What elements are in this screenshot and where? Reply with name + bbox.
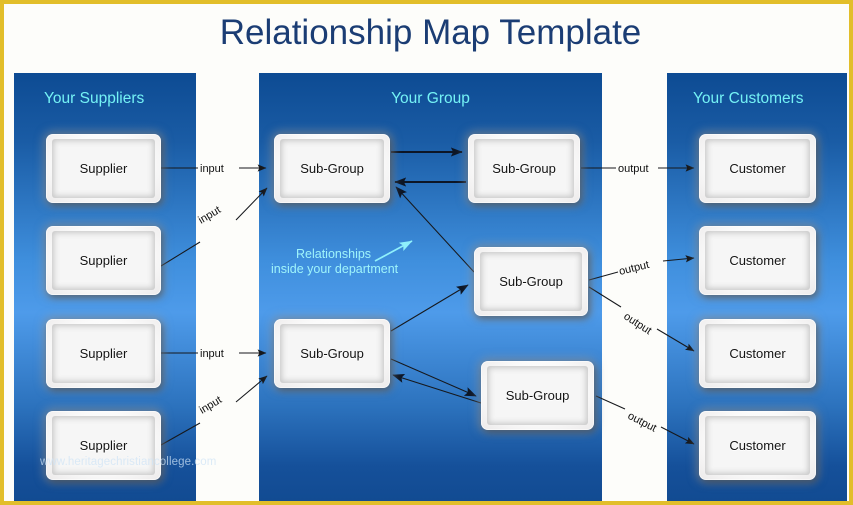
node-supplier-3[interactable]: Supplier (46, 319, 161, 388)
page-title: Relationship Map Template (219, 13, 642, 52)
node-customer-3-label: Customer (729, 346, 786, 361)
edge-label-output-1: output (618, 163, 649, 175)
edge-label-input-2: input (196, 204, 223, 227)
node-customer-2-label: Customer (729, 253, 786, 268)
node-customer-4-label: Customer (729, 438, 786, 453)
node-subgroup-2-label: Sub-Group (492, 161, 556, 176)
edge-label-input-1: input (200, 163, 224, 175)
node-subgroup-2[interactable]: Sub-Group (468, 134, 580, 203)
node-subgroup-4[interactable]: Sub-Group (274, 319, 390, 388)
panel-customers-title: Your Customers (693, 90, 804, 107)
panel-group-title: Your Group (391, 90, 470, 107)
node-supplier-1[interactable]: Supplier (46, 134, 161, 203)
node-customer-1[interactable]: Customer (699, 134, 816, 203)
node-subgroup-1[interactable]: Sub-Group (274, 134, 390, 203)
edge-label-output-2: output (618, 259, 651, 278)
node-subgroup-3-label: Sub-Group (499, 274, 563, 289)
node-subgroup-3[interactable]: Sub-Group (474, 247, 588, 316)
node-customer-2[interactable]: Customer (699, 226, 816, 295)
node-supplier-3-label: Supplier (79, 346, 128, 361)
node-subgroup-5-label: Sub-Group (505, 388, 570, 403)
edge-label-output-4: output (626, 410, 659, 435)
node-subgroup-5[interactable]: Sub-Group (481, 361, 594, 430)
edge-label-input-4: input (197, 394, 224, 417)
edge-label-output-3: output (621, 310, 653, 337)
node-subgroup-1-label: Sub-Group (300, 161, 364, 176)
node-supplier-2[interactable]: Supplier (46, 226, 161, 295)
node-customer-1-label: Customer (729, 161, 786, 176)
node-customer-3[interactable]: Customer (699, 319, 816, 388)
edge-label-input-3: input (200, 348, 224, 360)
node-supplier-1-label: Supplier (79, 161, 128, 176)
node-supplier-2-label: Supplier (79, 253, 128, 268)
node-supplier-4-label: Supplier (79, 438, 128, 453)
node-customer-4[interactable]: Customer (699, 411, 816, 480)
node-supplier-4[interactable]: Supplier (46, 411, 161, 480)
diagram-canvas: Relationship Map Template Your Suppliers… (0, 0, 853, 505)
node-subgroup-4-label: Sub-Group (300, 346, 364, 361)
watermark: www.heritagechristiancollege.com (40, 456, 217, 468)
panel-suppliers-title: Your Suppliers (44, 90, 145, 107)
